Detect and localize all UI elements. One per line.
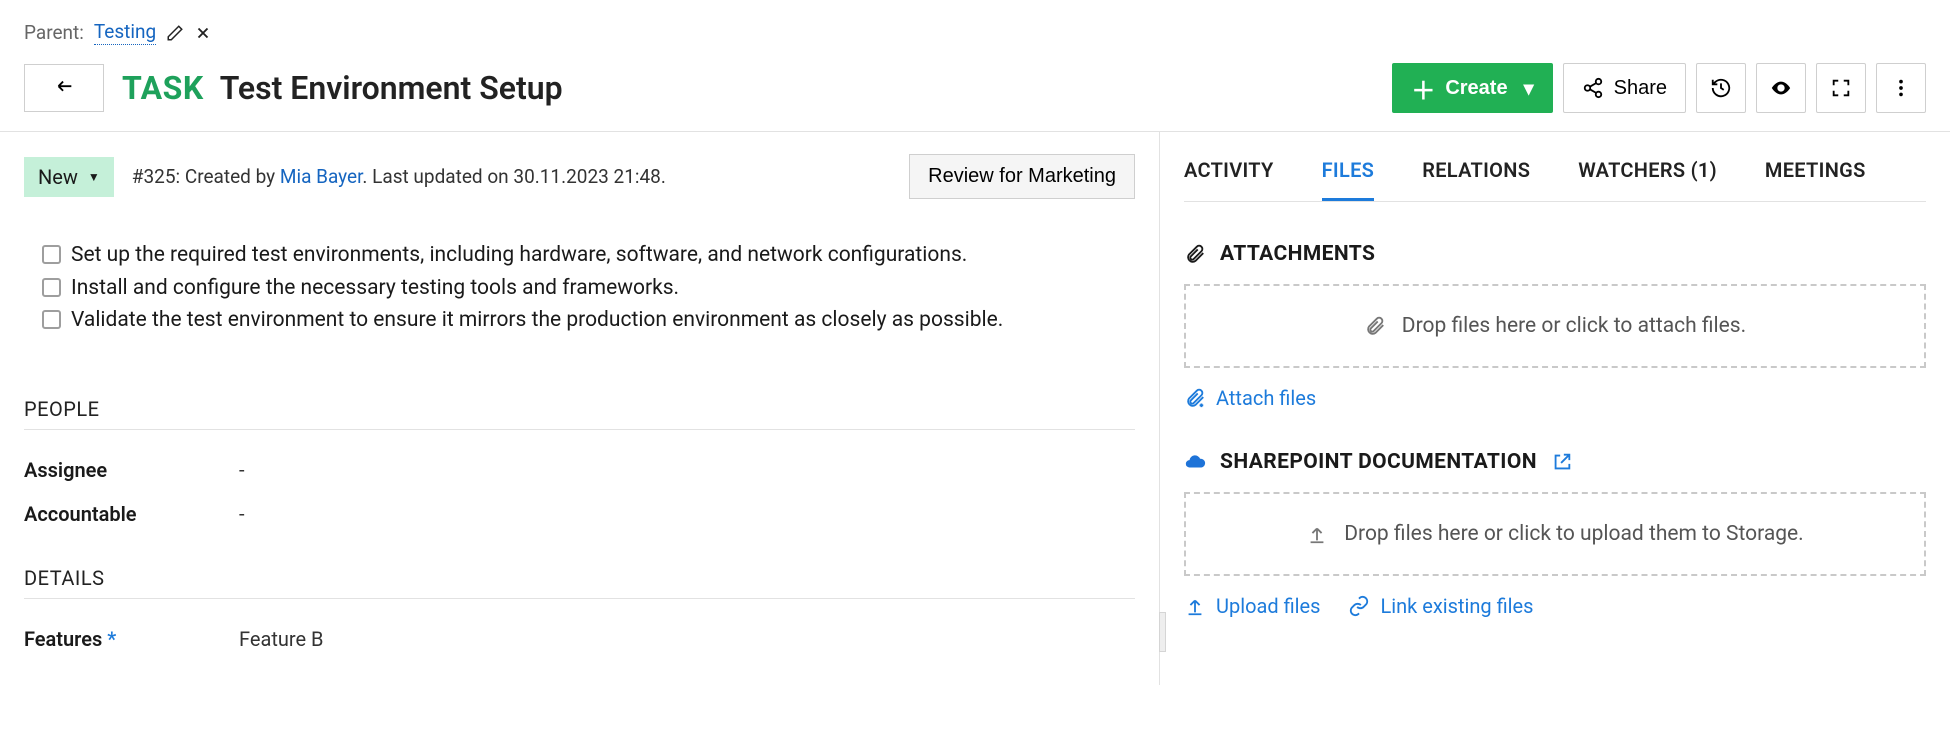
eye-icon xyxy=(1770,77,1792,99)
tabs: ACTIVITY FILES RELATIONS WATCHERS (1) ME… xyxy=(1184,132,1926,202)
upload-files-label: Upload files xyxy=(1216,594,1320,618)
fullscreen-button[interactable] xyxy=(1816,63,1866,113)
checklist-item: Validate the test environment to ensure … xyxy=(42,304,1135,337)
field-label-text: Features xyxy=(24,627,102,651)
checklist-text: Validate the test environment to ensure … xyxy=(71,304,1003,337)
field-value: Feature B xyxy=(239,627,324,651)
sharepoint-heading: SHAREPOINT DOCUMENTATION xyxy=(1184,450,1926,474)
checklist-item: Install and configure the necessary test… xyxy=(42,272,1135,305)
attachments-dropzone[interactable]: Drop files here or click to attach files… xyxy=(1184,284,1926,368)
dropzone-text: Drop files here or click to upload them … xyxy=(1344,522,1803,546)
edit-icon[interactable] xyxy=(166,24,184,42)
checkbox[interactable] xyxy=(42,245,61,264)
checklist-text: Install and configure the necessary test… xyxy=(71,272,679,305)
kebab-icon xyxy=(1890,77,1912,99)
required-marker: * xyxy=(107,627,116,651)
checklist-text: Set up the required test environments, i… xyxy=(71,239,967,272)
attach-files-label: Attach files xyxy=(1216,386,1316,410)
link-existing-files-link[interactable]: Link existing files xyxy=(1348,594,1533,618)
meta-prefix: #325: Created by xyxy=(132,165,280,188)
breadcrumb: Parent: Testing xyxy=(0,20,1950,55)
close-icon[interactable] xyxy=(194,24,212,42)
caret-down-icon: ▼ xyxy=(88,170,100,184)
checkbox[interactable] xyxy=(42,310,61,329)
share-button-label: Share xyxy=(1614,77,1667,100)
more-button[interactable] xyxy=(1876,63,1926,113)
author-link[interactable]: Mia Bayer xyxy=(280,165,363,188)
header: TASK Test Environment Setup ＋ Create ▾ S… xyxy=(0,55,1950,131)
plus-icon: ＋ xyxy=(1411,71,1435,106)
paperclip-icon xyxy=(1184,243,1206,265)
tab-activity[interactable]: ACTIVITY xyxy=(1184,158,1274,201)
upload-files-link[interactable]: Upload files xyxy=(1184,594,1320,618)
watch-button[interactable] xyxy=(1756,63,1806,113)
attach-icon xyxy=(1364,315,1386,337)
attach-plus-icon xyxy=(1184,387,1206,409)
attach-files-link[interactable]: Attach files xyxy=(1184,386,1316,410)
page-title[interactable]: Test Environment Setup xyxy=(220,69,563,107)
back-button[interactable] xyxy=(24,64,104,112)
sharepoint-heading-text: SHAREPOINT DOCUMENTATION xyxy=(1220,450,1537,474)
status-selector[interactable]: New ▼ xyxy=(24,157,114,197)
meta-suffix: . Last updated on 30.11.2023 21:48. xyxy=(362,165,665,188)
breadcrumb-parent-link[interactable]: Testing xyxy=(94,20,156,45)
field-label: Assignee xyxy=(24,458,239,482)
share-button[interactable]: Share xyxy=(1563,63,1686,113)
history-icon xyxy=(1710,77,1732,99)
right-pane: ACTIVITY FILES RELATIONS WATCHERS (1) ME… xyxy=(1160,132,1950,685)
field-value: - xyxy=(239,502,245,526)
field-assignee[interactable]: Assignee - xyxy=(24,448,1135,492)
expand-icon xyxy=(1830,77,1852,99)
left-pane: ❯ New ▼ #325: Created by Mia Bayer. Last… xyxy=(0,132,1160,685)
review-button[interactable]: Review for Marketing xyxy=(909,154,1135,199)
checkbox[interactable] xyxy=(42,278,61,297)
create-button[interactable]: ＋ Create ▾ xyxy=(1392,63,1552,113)
dropzone-text: Drop files here or click to attach files… xyxy=(1402,314,1746,338)
sharepoint-dropzone[interactable]: Drop files here or click to upload them … xyxy=(1184,492,1926,576)
field-value: - xyxy=(239,458,245,482)
link-icon xyxy=(1348,595,1370,617)
caret-down-icon: ▾ xyxy=(1524,76,1534,101)
cloud-icon xyxy=(1184,451,1206,473)
link-existing-label: Link existing files xyxy=(1380,594,1533,618)
tab-meetings[interactable]: MEETINGS xyxy=(1765,158,1866,201)
tab-files[interactable]: FILES xyxy=(1322,158,1375,201)
tab-watchers[interactable]: WATCHERS (1) xyxy=(1578,158,1717,201)
reply-arrow-icon xyxy=(53,77,75,99)
field-features[interactable]: Features * Feature B xyxy=(24,617,1135,661)
create-button-label: Create xyxy=(1445,77,1507,100)
field-accountable[interactable]: Accountable - xyxy=(24,492,1135,536)
work-package-type: TASK xyxy=(122,69,204,107)
upload-icon xyxy=(1306,523,1328,545)
description: Set up the required test environments, i… xyxy=(24,229,1135,367)
section-heading-people: PEOPLE xyxy=(24,397,1135,430)
breadcrumb-label: Parent: xyxy=(24,21,84,44)
checklist-item: Set up the required test environments, i… xyxy=(42,239,1135,272)
history-button[interactable] xyxy=(1696,63,1746,113)
status-value: New xyxy=(38,165,78,189)
field-label: Features * xyxy=(24,627,239,651)
section-heading-details: DETAILS xyxy=(24,566,1135,599)
tab-relations[interactable]: RELATIONS xyxy=(1422,158,1530,201)
external-link-icon[interactable] xyxy=(1551,451,1573,473)
meta-line: #325: Created by Mia Bayer. Last updated… xyxy=(132,165,666,188)
share-icon xyxy=(1582,77,1604,99)
upload-icon xyxy=(1184,595,1206,617)
attachments-heading: ATTACHMENTS xyxy=(1184,242,1926,266)
attachments-heading-text: ATTACHMENTS xyxy=(1220,242,1375,266)
field-label: Accountable xyxy=(24,502,239,526)
